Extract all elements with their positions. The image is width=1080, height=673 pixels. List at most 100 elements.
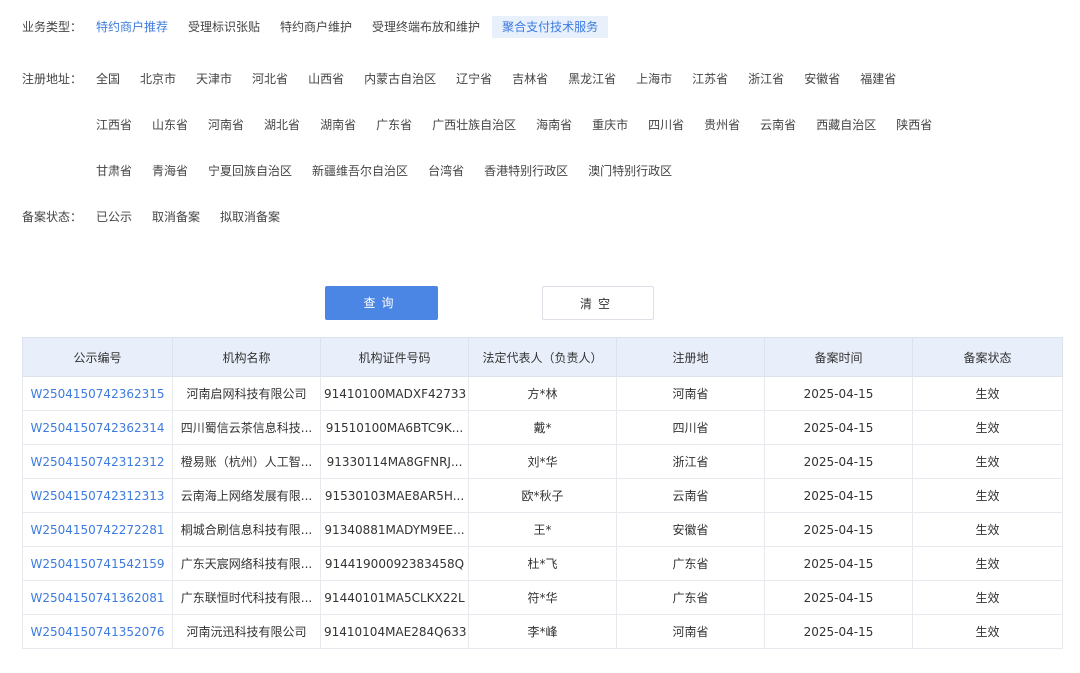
business-type-option[interactable]: 受理标识张贴 [180,16,268,38]
region-option[interactable]: 湖南省 [312,114,364,136]
table-cell: 安徽省 [616,512,765,547]
region-option[interactable]: 上海市 [628,68,680,90]
region-option[interactable]: 西藏自治区 [808,114,884,136]
column-header[interactable]: 法定代表人（负责人） [468,337,617,377]
table-row[interactable]: W2504150741542159 广东天宸网络科技有限... 9144190009… [22,546,1063,581]
column-header[interactable]: 注册地 [616,337,765,377]
table-cell: 河南省 [616,614,765,649]
status-label: 备案状态： [22,210,83,224]
table-cell: 2025-04-15 [764,376,913,411]
table-row[interactable]: W2504150742272281 桐城合刷信息科技有限... 91340881MA… [22,512,1063,547]
region-option[interactable]: 天津市 [188,68,240,90]
region-option[interactable]: 黑龙江省 [560,68,624,90]
notice-number-link[interactable]: W2504150741542159 [22,546,173,581]
region-option[interactable]: 河南省 [200,114,252,136]
clear-button[interactable]: 清空 [542,286,654,320]
table-cell: 四川省 [616,410,765,445]
notice-number-link[interactable]: W2504150742362315 [22,376,173,411]
table-cell: 2025-04-15 [764,410,913,445]
region-option[interactable]: 福建省 [852,68,904,90]
column-header[interactable]: 机构证件号码 [320,337,469,377]
column-header[interactable]: 机构名称 [172,337,321,377]
region-option[interactable]: 河北省 [244,68,296,90]
business-type-options: 特约商户推荐 受理标识张贴 特约商户维护 受理终端布放和维护 聚合支付技术服务 [96,16,1056,38]
region-option[interactable]: 云南省 [752,114,804,136]
region-option[interactable]: 湖北省 [256,114,308,136]
business-type-option[interactable]: 聚合支付技术服务 [492,16,609,38]
notice-number-link[interactable]: W2504150742362314 [22,410,173,445]
table-cell: 2025-04-15 [764,580,913,615]
table-row[interactable]: W2504150742362315 河南启网科技有限公司 91410100MADXF… [22,376,1063,411]
region-option[interactable]: 江苏省 [684,68,736,90]
region-option[interactable]: 新疆维吾尔自治区 [304,160,416,182]
notice-number-link[interactable]: W2504150742272281 [22,512,173,547]
region-label: 注册地址： [22,72,83,86]
region-option[interactable]: 甘肃省 [96,160,140,182]
table-body: W2504150742362315 河南启网科技有限公司 91410100MADXF… [22,376,1063,649]
table-row[interactable]: W2504150741362081 广东联恒时代科技有限... 91440101MA… [22,580,1063,615]
business-type-option[interactable]: 特约商户维护 [272,16,360,38]
region-option[interactable]: 宁夏回族自治区 [200,160,300,182]
region-option[interactable]: 广东省 [368,114,420,136]
table-row[interactable]: W2504150741352076 河南沅迅科技有限公司 91410104MAE28… [22,614,1063,649]
table-cell: 广东省 [616,580,765,615]
notice-number-link[interactable]: W2504150742312313 [22,478,173,513]
region-option[interactable]: 江西省 [96,114,140,136]
table-cell: 戴* [468,410,617,445]
table-cell: 桐城合刷信息科技有限... [172,512,321,547]
region-option[interactable]: 四川省 [640,114,692,136]
table-header-row: 公示编号 机构名称 机构证件号码 法定代表人（负责人） 注册地 备案时间 备案状态 [22,337,1063,377]
region-option[interactable]: 内蒙古自治区 [356,68,444,90]
table-row[interactable]: W2504150742362314 四川蜀信云茶信息科技... 91510100MA… [22,410,1063,445]
region-option[interactable]: 青海省 [144,160,196,182]
notice-number-link[interactable]: W2504150742312312 [22,444,173,479]
region-option[interactable]: 海南省 [528,114,580,136]
region-option[interactable]: 广西壮族自治区 [424,114,524,136]
query-button[interactable]: 查询 [325,286,438,320]
region-option[interactable]: 山东省 [144,114,196,136]
table-cell: 广东联恒时代科技有限... [172,580,321,615]
region-option[interactable]: 吉林省 [504,68,556,90]
table-cell: 2025-04-15 [764,546,913,581]
region-option[interactable]: 浙江省 [740,68,792,90]
region-option[interactable]: 香港特别行政区 [476,160,576,182]
table-cell: 91441900092383458Q [320,546,469,581]
region-option[interactable]: 台湾省 [420,160,472,182]
table-cell: 2025-04-15 [764,478,913,513]
table-cell: 云南省 [616,478,765,513]
notice-number-link[interactable]: W2504150741352076 [22,614,173,649]
region-options: 全国 北京市 天津市 河北省 山西省 内蒙古自治区 辽宁省 吉林省 黑龙江省 上海市 江苏省 浙江省安… [96,68,1056,182]
region-option[interactable]: 重庆市 [584,114,636,136]
table-cell: 生效 [912,580,1063,615]
column-header[interactable]: 备案状态 [912,337,1063,377]
region-option[interactable]: 澳门特别行政区 [580,160,680,182]
table-row[interactable]: W2504150742312313 云南海上网络发展有限... 91530103MA… [22,478,1063,513]
region-option[interactable]: 陕西省 [888,114,940,136]
table-cell: 生效 [912,478,1063,513]
region-option[interactable]: 山西省 [300,68,352,90]
table-cell: 91530103MAE8AR5H... [320,478,469,513]
table-cell: 符*华 [468,580,617,615]
status-option[interactable]: 拟取消备案 [212,206,288,228]
region-option[interactable]: 辽宁省 [448,68,500,90]
table-cell: 橙易账（杭州）人工智... [172,444,321,479]
table-cell: 91440101MA5CLKX22L [320,580,469,615]
table-cell: 欧*秋子 [468,478,617,513]
region-option[interactable]: 全国 [96,68,128,90]
column-header[interactable]: 公示编号 [22,337,173,377]
column-header[interactable]: 备案时间 [764,337,913,377]
business-type-option[interactable]: 特约商户推荐 [96,16,176,38]
status-option[interactable]: 取消备案 [144,206,208,228]
table-row[interactable]: W2504150742312312 橙易账（杭州）人工智... 91330114MA… [22,444,1063,479]
notice-number-link[interactable]: W2504150741362081 [22,580,173,615]
table-cell: 李*峰 [468,614,617,649]
business-type-option[interactable]: 受理终端布放和维护 [364,16,488,38]
region-option[interactable]: 贵州省 [696,114,748,136]
region-option[interactable]: 北京市 [132,68,184,90]
table-cell: 杜*飞 [468,546,617,581]
table-cell: 河南启网科技有限公司 [172,376,321,411]
region-option[interactable]: 安徽省 [796,68,848,90]
table-cell: 四川蜀信云茶信息科技... [172,410,321,445]
status-option[interactable]: 已公示 [96,206,140,228]
table-cell: 方*林 [468,376,617,411]
